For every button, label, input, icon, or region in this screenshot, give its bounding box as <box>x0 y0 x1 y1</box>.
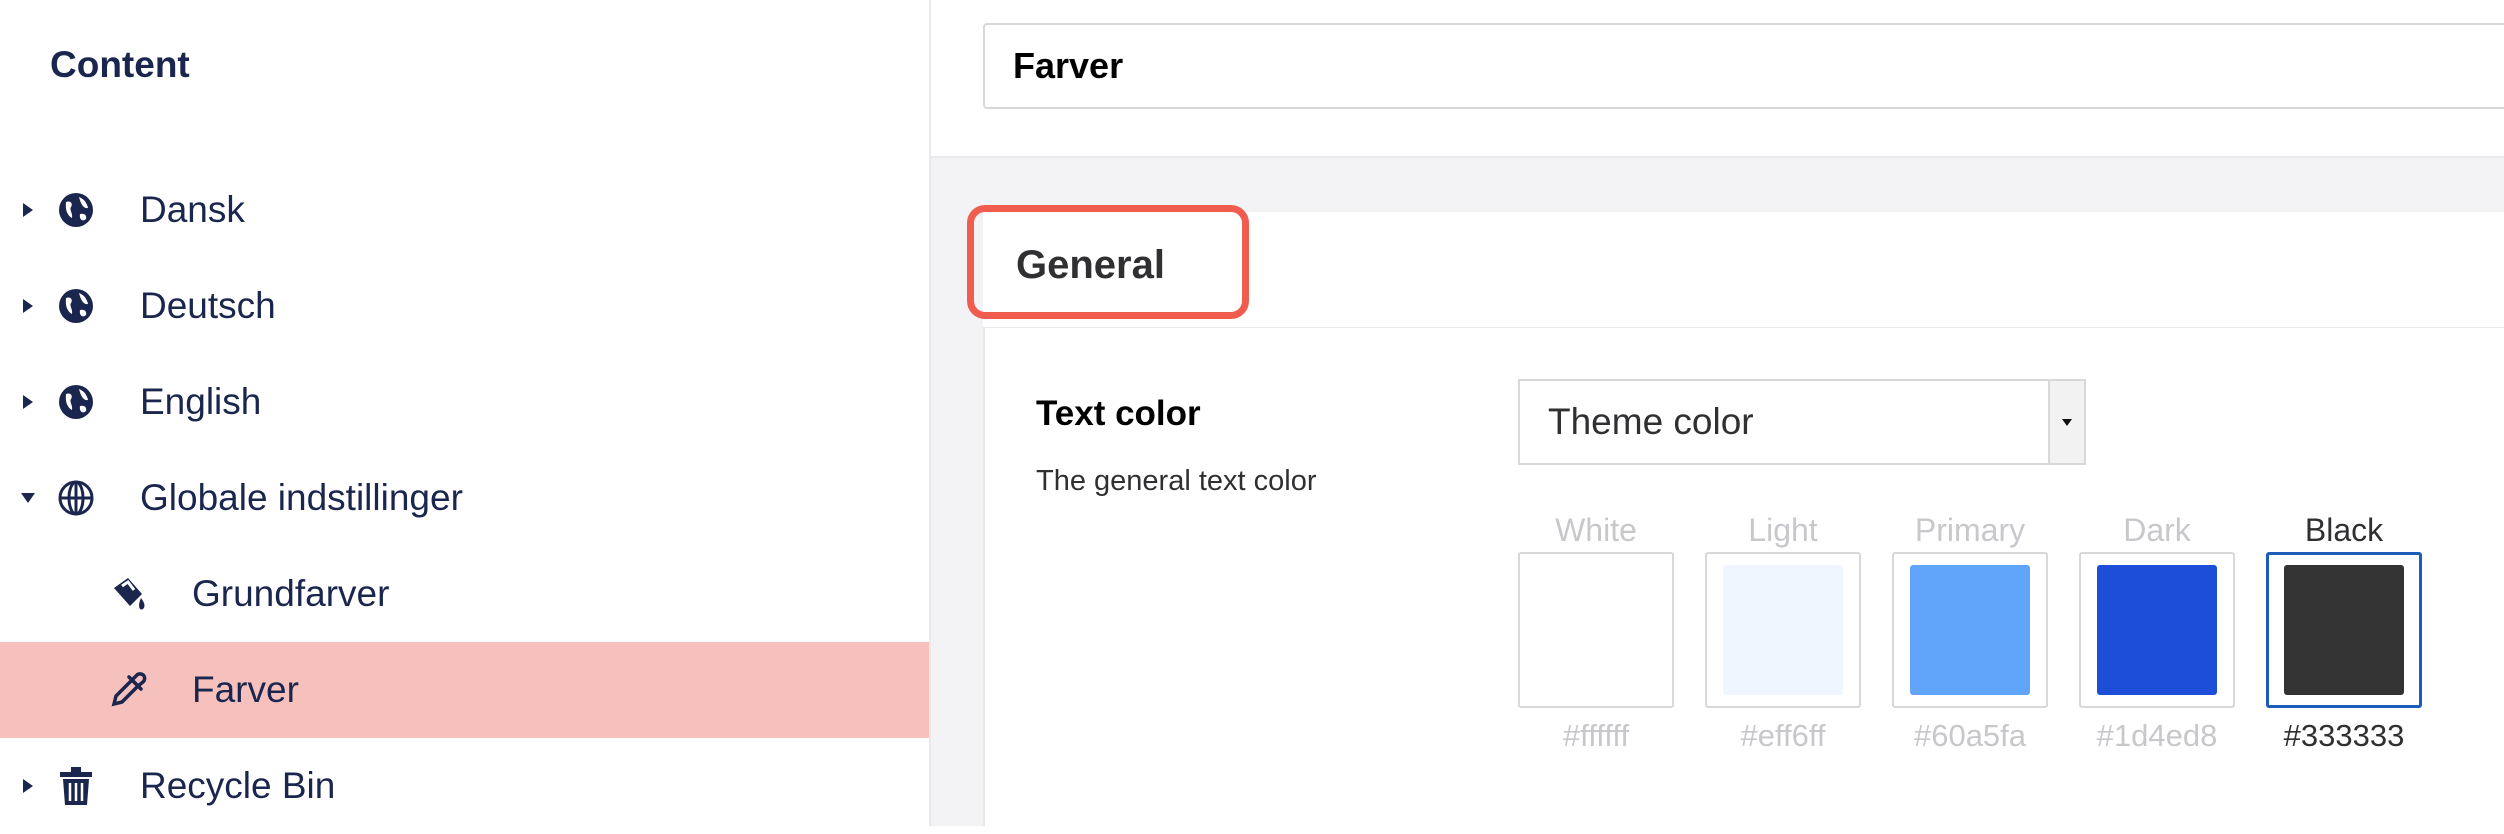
swatch-black[interactable]: Black #333333 <box>2266 508 2422 754</box>
globe-icon <box>56 382 96 422</box>
swatch-hex: #333333 <box>2283 718 2405 753</box>
swatch-fill <box>2097 565 2217 695</box>
content-tree-sidebar: Content Dansk Deutsch English Globale in… <box>0 0 931 826</box>
tab-general[interactable]: General <box>1016 243 1165 288</box>
swatch-white[interactable]: White #ffffff <box>1518 508 1674 754</box>
tree-item-label: Farver <box>192 669 299 710</box>
swatch-box[interactable] <box>1892 552 2048 708</box>
tree-item-globale-indstillinger[interactable]: Globale indstillinger <box>0 450 929 546</box>
swatch-hex: #ffffff <box>1562 718 1630 753</box>
caret-right-icon[interactable] <box>20 777 36 795</box>
tree-item-label: Globale indstillinger <box>140 477 463 518</box>
tree-item-english[interactable]: English <box>0 354 929 450</box>
dropdown-arrow-icon[interactable] <box>2048 381 2084 463</box>
swatch-primary[interactable]: Primary #60a5fa <box>1892 508 2048 754</box>
select-value: Theme color <box>1548 401 1754 442</box>
swatch-box[interactable] <box>2079 552 2235 708</box>
sidebar-title: Content <box>50 44 190 85</box>
paint-bucket-icon <box>108 574 148 614</box>
swatch-fill <box>1910 565 2030 695</box>
swatch-name: White <box>1555 512 1637 548</box>
swatch-box[interactable] <box>2266 552 2422 708</box>
property-label: Text color <box>1036 394 1201 433</box>
tree-item-recycle-bin[interactable]: Recycle Bin <box>0 738 929 834</box>
caret-right-icon[interactable] <box>20 297 36 315</box>
editor-header <box>931 0 2504 158</box>
swatch-fill <box>2284 565 2404 695</box>
swatch-name: Light <box>1748 512 1818 548</box>
tree-item-grundfarver[interactable]: Grundfarver <box>0 546 929 642</box>
caret-down-icon[interactable] <box>20 489 36 507</box>
color-source-select[interactable]: Theme color <box>1518 379 2086 465</box>
tree-item-deutsch[interactable]: Deutsch <box>0 258 929 354</box>
tree-item-label: Dansk <box>140 189 245 230</box>
editor-main: General Text color The general text colo… <box>931 0 2504 826</box>
tree-item-dansk[interactable]: Dansk <box>0 162 929 258</box>
swatch-name: Dark <box>2123 512 2191 548</box>
caret-right-icon[interactable] <box>20 201 36 219</box>
globe-icon <box>56 190 96 230</box>
swatch-hex: #1d4ed8 <box>2096 718 2218 753</box>
tree-item-farver[interactable]: Farver <box>0 642 929 738</box>
swatch-dark[interactable]: Dark #1d4ed8 <box>2079 508 2235 754</box>
trash-icon <box>56 766 96 806</box>
globe-icon <box>56 286 96 326</box>
swatch-fill <box>1723 565 1843 695</box>
tree-item-label: Recycle Bin <box>140 765 336 806</box>
globe-grid-icon <box>56 478 96 518</box>
swatch-light[interactable]: Light #eff6ff <box>1705 508 1861 754</box>
property-panel: Text color The general text color Theme … <box>983 328 2504 826</box>
property-description: The general text color <box>1036 465 1317 497</box>
swatch-box[interactable] <box>1518 552 1674 708</box>
swatch-hex: #eff6ff <box>1740 718 1826 753</box>
caret-right-icon[interactable] <box>20 393 36 411</box>
group-tabs: General <box>983 212 2504 329</box>
tree-item-label: English <box>140 381 262 422</box>
node-name-input[interactable] <box>983 23 2504 109</box>
tree-item-label: Grundfarver <box>192 573 390 614</box>
swatch-box[interactable] <box>1705 552 1861 708</box>
swatch-fill <box>1536 565 1656 695</box>
tree-item-label: Deutsch <box>140 285 276 326</box>
eyedropper-icon <box>108 670 148 710</box>
swatch-hex: #60a5fa <box>1913 718 2027 753</box>
swatch-name: Black <box>2304 512 2384 548</box>
swatch-name: Primary <box>1914 512 2026 548</box>
